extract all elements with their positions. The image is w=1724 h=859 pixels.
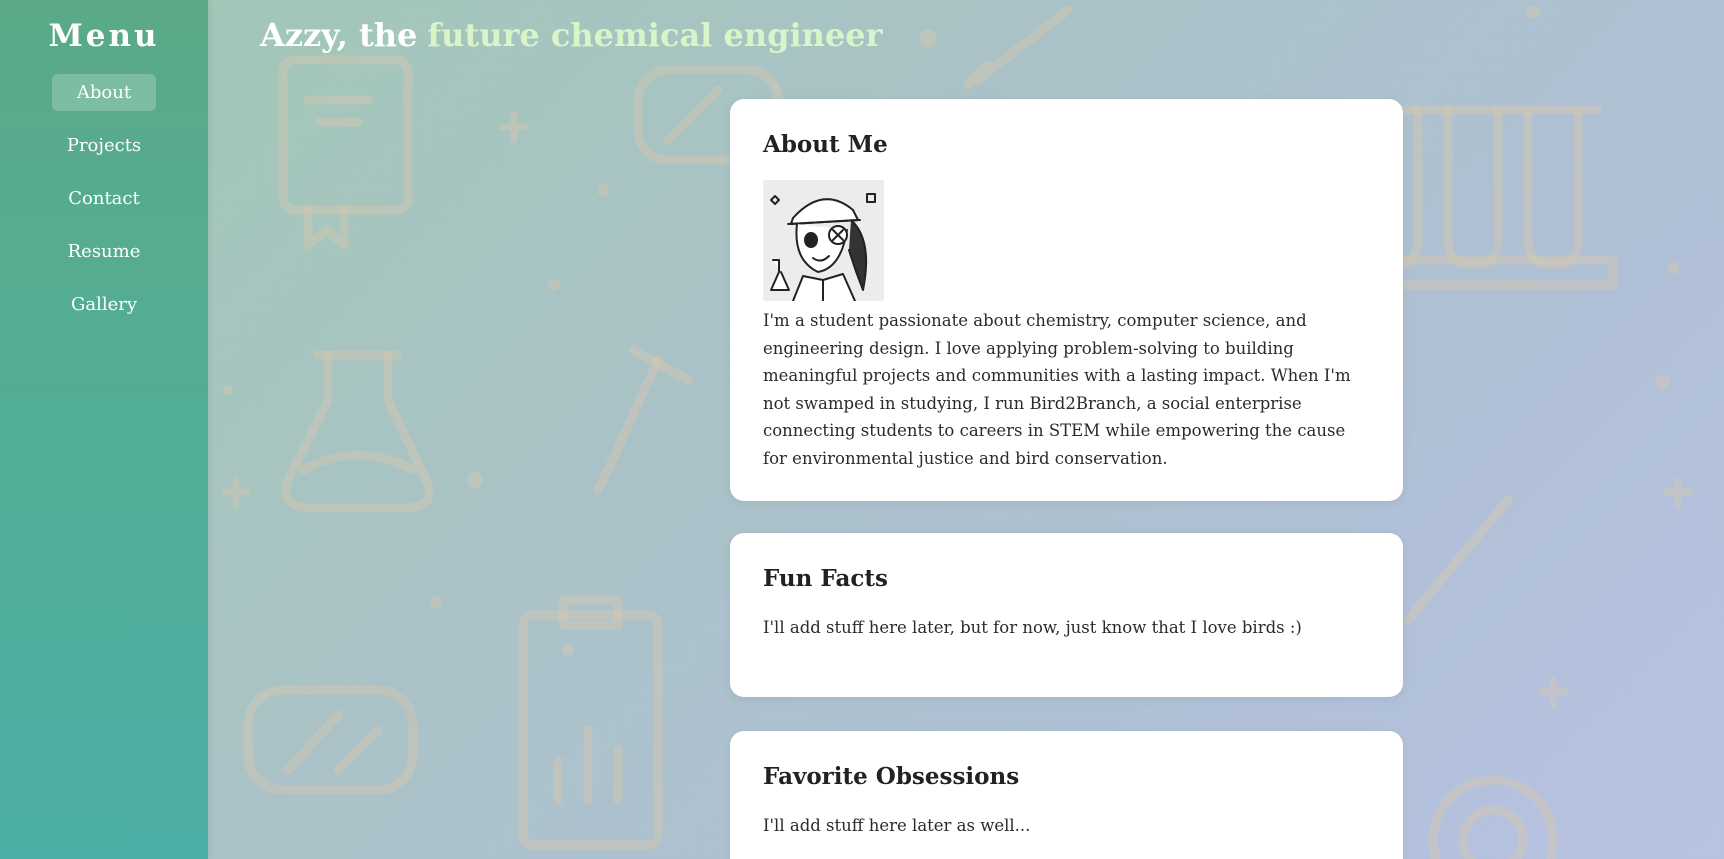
dropper-doodle-icon [593,345,693,495]
sidebar-nav: About Projects Contact Resume Gallery [0,74,208,339]
book-doodle-icon [278,55,413,250]
favorite-obsessions-title: Favorite Obsessions [763,763,1020,790]
pipette-doodle-icon [963,5,1073,90]
lens-doodle-icon [1428,775,1558,859]
page-title: Azzy, the future chemical engineer [260,16,882,54]
fun-facts-text: I'll add stuff here later, but for now, … [763,618,1302,637]
header-role: future chemical engineer [427,16,883,54]
goggles-doodle-icon [243,685,418,795]
sidebar-item-projects[interactable]: Projects [49,127,159,164]
sidebar-item-contact[interactable]: Contact [50,180,157,217]
favorite-obsessions-text: I'll add stuff here later as well... [763,816,1031,835]
about-card: About Me I'm a student passionate about … [730,99,1403,501]
flask-doodle-icon [281,350,434,513]
cartoon-portrait-icon [763,180,884,301]
rod-doodle-icon [1403,495,1513,625]
header-name: Azzy, the [260,16,418,54]
about-text: I'm a student passionate about chemistry… [763,311,1351,468]
fun-facts-card: Fun Facts I'll add stuff here later, but… [730,533,1403,697]
clipboard-doodle-icon [518,595,663,850]
favorite-obsessions-card: Favorite Obsessions I'll add stuff here … [730,731,1403,859]
about-title: About Me [763,131,888,158]
sidebar-item-about[interactable]: About [51,74,157,111]
sidebar-item-gallery[interactable]: Gallery [53,286,155,323]
sidebar-item-resume[interactable]: Resume [50,233,159,270]
menu-title: Menu [48,18,160,54]
sidebar: Menu About Projects Contact Resume Galle… [0,0,208,859]
fun-facts-title: Fun Facts [763,565,888,592]
